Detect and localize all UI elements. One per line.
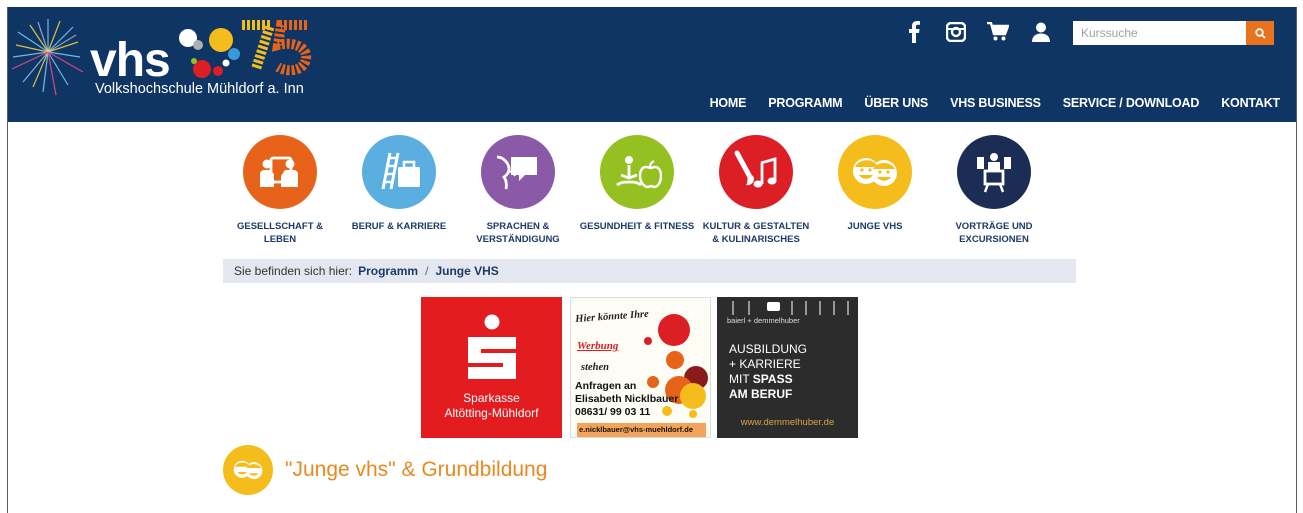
logo-text: vhs <box>90 34 171 87</box>
main-nav: HOME PROGRAMM ÜBER UNS VHS BUSINESS SERV… <box>688 96 1281 110</box>
ad-demmelhuber-line4: AM BERUF <box>729 387 793 401</box>
category-label-line2: VERSTÄNDIGUNG <box>476 233 560 245</box>
ad-werbung-line2: Werbung <box>577 340 619 352</box>
category-gesellschaft[interactable]: GESELLSCHAFT & LEBEN <box>220 135 340 246</box>
ad-werbung-line4: Anfragen an <box>575 380 637 392</box>
nav-item-programm[interactable]: PROGRAMM <box>768 96 842 110</box>
site-subtitle: Volkshochschule Mühldorf a. Inn <box>95 81 304 97</box>
category-label: VORTRÄGE UND <box>955 221 1033 232</box>
breadcrumb-prefix: Sie befinden sich hier: <box>234 264 353 278</box>
speech-icon <box>481 135 555 209</box>
instagram-icon[interactable] <box>941 19 971 45</box>
site-logo[interactable]: vhs Volkshochschule Mühldorf a. Inn <box>8 7 328 117</box>
category-sprachen[interactable]: SPRACHEN & VERSTÄNDIGUNG <box>458 135 578 246</box>
people-board-icon <box>243 135 317 209</box>
category-beruf[interactable]: BERUF & KARRIERE <box>339 135 459 234</box>
nav-item-ueber-uns[interactable]: ÜBER UNS <box>864 96 928 110</box>
ad-demmelhuber[interactable]: baierl + demmelhuber AUSBILDUNG + KARRIE… <box>717 297 858 438</box>
ad-demmelhuber-line3b: SPASS <box>752 372 793 386</box>
ad-werbung[interactable]: Hier könnte Ihre Werbung stehen Anfragen… <box>570 297 711 438</box>
ad-demmelhuber-brand: baierl + demmelhuber <box>727 316 800 325</box>
ad-werbung-line5: Elisabeth Nicklbauer <box>575 393 679 405</box>
category-gesundheit[interactable]: GESUNDHEIT & FITNESS <box>577 135 697 234</box>
kids-faces-icon <box>223 445 273 495</box>
brush-music-icon <box>719 135 793 209</box>
nav-item-kontakt[interactable]: KONTAKT <box>1221 96 1280 110</box>
category-bar: GESELLSCHAFT & LEBEN BERUF & KARRIERE SPR… <box>223 135 1063 255</box>
category-label: BERUF & KARRIERE <box>351 221 447 232</box>
nav-item-home[interactable]: HOME <box>710 96 747 110</box>
ad-demmelhuber-url: www.demmelhuber.de <box>740 417 835 428</box>
kids-faces-icon <box>838 135 912 209</box>
ad-demmelhuber-line1: AUSBILDUNG <box>729 342 808 356</box>
ad-demmelhuber-line2: + KARRIERE <box>729 357 801 371</box>
section-heading: "Junge vhs" & Grundbildung <box>223 445 547 495</box>
cart-icon[interactable] <box>983 19 1013 45</box>
nav-item-vhs-business[interactable]: VHS BUSINESS <box>950 96 1041 110</box>
yoga-apple-icon <box>600 135 674 209</box>
category-label: SPRACHEN & <box>486 221 550 232</box>
ad-werbung-line6: 08631/ 99 03 11 <box>575 406 651 418</box>
category-label-line2: LEBEN <box>263 233 297 245</box>
category-label-line2: & KULINARISCHES <box>712 233 800 245</box>
presentation-icon <box>957 135 1031 209</box>
ad-sparkasse-line2: Altötting-Mühldorf <box>444 406 539 420</box>
search-icon <box>1254 27 1266 39</box>
category-junge-vhs[interactable]: JUNGE VHS <box>815 135 935 234</box>
site-header: vhs Volkshochschule Mühldorf a. Inn HOME… <box>8 7 1296 122</box>
breadcrumb-item-programm[interactable]: Programm <box>358 264 418 278</box>
search-input[interactable] <box>1073 21 1246 45</box>
page-frame: vhs Volkshochschule Mühldorf a. Inn HOME… <box>7 7 1297 513</box>
category-kultur[interactable]: KULTUR & GESTALTEN & KULINARISCHES <box>696 135 816 246</box>
ad-demmelhuber-line3a: MIT <box>729 372 750 386</box>
search-button[interactable] <box>1246 21 1274 45</box>
category-label: GESELLSCHAFT & <box>236 221 324 232</box>
user-icon[interactable] <box>1026 19 1056 45</box>
breadcrumb-separator: / <box>425 264 429 278</box>
category-label: GESUNDHEIT & FITNESS <box>579 221 695 232</box>
ad-werbung-line3: stehen <box>581 362 610 373</box>
breadcrumb: Sie befinden sich hier: Programm / Junge… <box>223 259 1076 283</box>
ladder-briefcase-icon <box>362 135 436 209</box>
section-title: "Junge vhs" & Grundbildung <box>285 458 548 481</box>
nav-item-service-download[interactable]: SERVICE / DOWNLOAD <box>1063 96 1200 110</box>
category-label-line2: EXCURSIONEN <box>959 233 1029 245</box>
ad-sparkasse[interactable]: Sparkasse Altötting-Mühldorf <box>421 297 562 438</box>
category-label: JUNGE VHS <box>847 221 903 232</box>
category-vortraege[interactable]: VORTRÄGE UND EXCURSIONEN <box>934 135 1054 246</box>
ad-sparkasse-line1: Sparkasse <box>463 391 520 405</box>
breadcrumb-item-junge-vhs[interactable]: Junge VHS <box>435 264 498 278</box>
facebook-icon[interactable] <box>899 19 929 45</box>
ad-werbung-email: e.nicklbauer@vhs-muehldorf.de <box>579 425 694 434</box>
category-label: KULTUR & GESTALTEN <box>702 221 810 232</box>
